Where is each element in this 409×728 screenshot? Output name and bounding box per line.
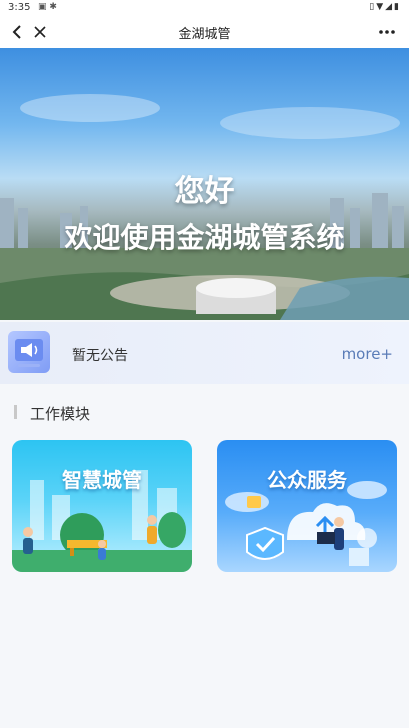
more-link[interactable]: more+	[342, 345, 393, 363]
announcement-bar[interactable]: 暂无公告 more+	[0, 322, 409, 384]
module-label-smart-city: 智慧城管	[62, 468, 142, 492]
module-card-smart-city[interactable]: 智慧城管	[12, 440, 192, 572]
page-title: 金湖城管	[178, 27, 231, 42]
notification-icons: ▣ ✱	[38, 2, 57, 12]
public-service-illustration	[225, 481, 387, 566]
announcement-text: 暂无公告	[72, 348, 128, 364]
signal-icon: ◢	[385, 2, 395, 12]
status-time: 3:35	[8, 2, 31, 13]
more-options-icon[interactable]	[377, 22, 397, 42]
nav-bar: 金湖城管	[0, 16, 409, 48]
system-icons: ▯▼◢▮	[369, 2, 401, 12]
module-label-public-service: 公众服务	[267, 468, 347, 492]
banner-greeting: 您好	[174, 174, 235, 209]
status-bar: 3:35 ▣ ✱ ▯▼◢▮	[0, 0, 409, 16]
banner-welcome-text: 欢迎使用金湖城管系统	[64, 221, 345, 254]
welcome-banner: 您好 欢迎使用金湖城管系统	[0, 48, 409, 320]
battery-icon: ▮	[394, 2, 401, 12]
image-icon: ▣	[38, 2, 47, 12]
wifi-icon: ▼	[376, 2, 386, 12]
section-title: 工作模块	[30, 405, 91, 423]
bug-icon: ✱	[49, 2, 57, 12]
megaphone-icon	[8, 331, 50, 373]
section-marker	[14, 405, 17, 419]
module-card-public-service[interactable]: 公众服务	[217, 440, 397, 572]
smart-city-illustration	[12, 470, 192, 572]
